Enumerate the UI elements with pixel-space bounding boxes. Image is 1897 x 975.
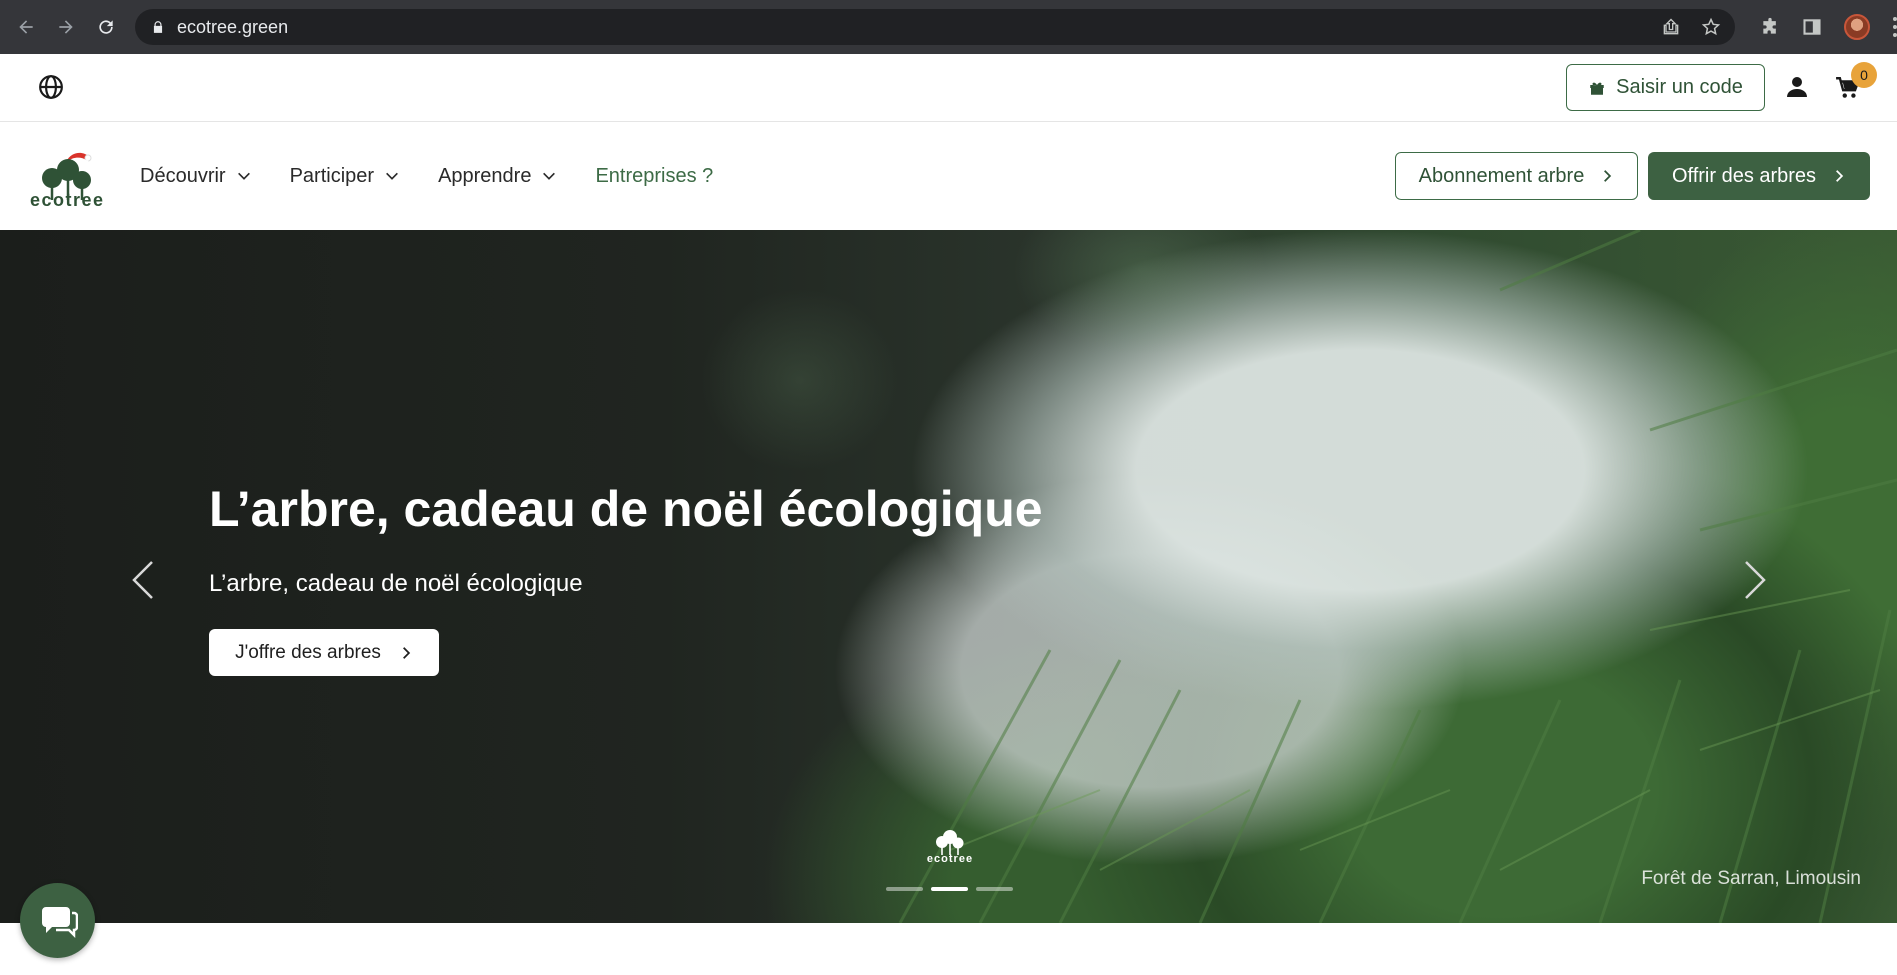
- chevron-down-icon: [386, 172, 398, 180]
- share-icon[interactable]: [1661, 17, 1681, 37]
- nav-item-participer[interactable]: Participer: [290, 165, 400, 188]
- enter-code-button[interactable]: Saisir un code: [1566, 64, 1765, 111]
- nav-item-label: Apprendre: [438, 164, 532, 187]
- utility-bar: Saisir un code 0: [0, 54, 1897, 122]
- user-icon[interactable]: [1785, 75, 1809, 99]
- arrow-right-icon: [59, 20, 73, 34]
- offer-trees-button[interactable]: Offrir des arbres: [1648, 152, 1870, 200]
- browser-toolbar: ecotree.green: [0, 0, 1897, 54]
- subscription-label: Abonnement arbre: [1418, 164, 1585, 187]
- carousel-next-icon[interactable]: [1742, 558, 1770, 602]
- nav-item-label: Découvrir: [140, 164, 226, 187]
- forward-button[interactable]: [52, 13, 80, 41]
- nav-item-entreprises[interactable]: Entreprises ?: [595, 165, 713, 188]
- carousel-dot[interactable]: [976, 887, 1013, 891]
- gift-icon: [1590, 82, 1604, 95]
- main-navigation: ecotree Découvrir Participer Apprendre E…: [0, 122, 1897, 230]
- carousel-prev-icon[interactable]: [128, 558, 156, 602]
- carousel-dot-active[interactable]: [931, 887, 968, 891]
- chevron-down-icon: [543, 172, 556, 180]
- hero-cta-button[interactable]: J'offre des arbres: [209, 629, 439, 676]
- hero-subtitle: L’arbre, cadeau de noël écologique: [209, 570, 583, 597]
- url-text: ecotree.green: [177, 16, 289, 37]
- hero-carousel: L’arbre, cadeau de noël écologique L’arb…: [0, 230, 1897, 923]
- logo-text: ecotree: [30, 190, 105, 210]
- cart-count-badge: 0: [1851, 62, 1877, 88]
- arrow-left-icon: [19, 20, 33, 34]
- chevron-right-icon: [402, 646, 411, 659]
- tree-subscription-button[interactable]: Abonnement arbre: [1395, 152, 1638, 200]
- carousel-indicators: [886, 887, 1013, 891]
- chevron-right-icon: [1836, 170, 1844, 182]
- chevron-down-icon: [237, 172, 250, 180]
- hero-title: L’arbre, cadeau de noël écologique: [209, 481, 1043, 537]
- address-bar[interactable]: ecotree.green: [135, 9, 1735, 45]
- enter-code-label: Saisir un code: [1616, 76, 1743, 98]
- star-icon[interactable]: [1701, 17, 1721, 37]
- profile-avatar[interactable]: [1844, 14, 1870, 40]
- reload-icon: [99, 20, 113, 34]
- nav-item-label: Participer: [289, 164, 375, 187]
- lock-icon: [153, 21, 163, 33]
- globe-icon[interactable]: [38, 74, 64, 100]
- chat-bubble-icon: [41, 906, 78, 938]
- browser-menu-icon[interactable]: [1892, 17, 1897, 37]
- carousel-dot[interactable]: [886, 887, 923, 891]
- chevron-right-icon: [1604, 170, 1612, 182]
- hero-cta-label: J'offre des arbres: [235, 641, 381, 663]
- offer-trees-label: Offrir des arbres: [1671, 164, 1817, 187]
- photo-caption: Forêt de Sarran, Limousin: [1641, 868, 1861, 889]
- chat-widget-button[interactable]: [20, 883, 95, 958]
- nav-item-apprendre[interactable]: Apprendre: [438, 165, 557, 188]
- nav-item-decouvrir[interactable]: Découvrir: [140, 165, 252, 188]
- back-button[interactable]: [12, 13, 40, 41]
- side-panel-icon[interactable]: [1802, 17, 1822, 37]
- extensions-icon[interactable]: [1760, 17, 1780, 37]
- reload-button[interactable]: [92, 13, 120, 41]
- hero-logo-text: ecotree: [926, 853, 974, 865]
- nav-item-label: Entreprises ?: [595, 164, 714, 187]
